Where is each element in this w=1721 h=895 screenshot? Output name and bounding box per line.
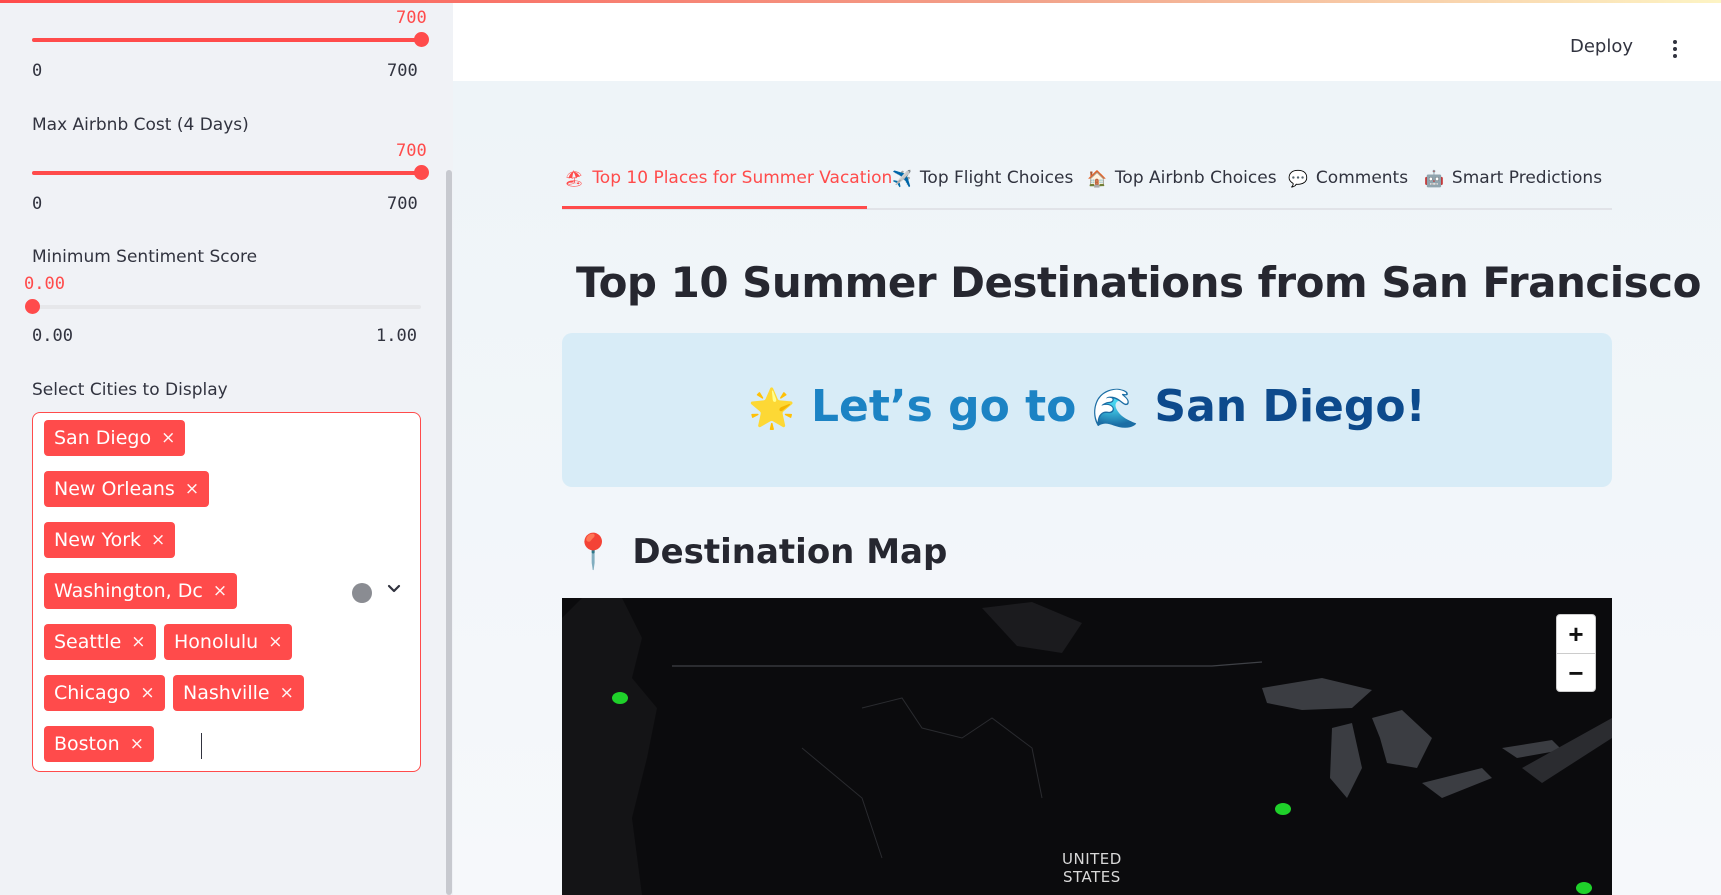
sentiment-slider-label: Minimum Sentiment Score [32, 247, 258, 267]
country-label-line: STATES [1063, 868, 1121, 886]
house-icon: 🏠 [1087, 168, 1107, 188]
tab-label: Smart Predictions [1451, 168, 1603, 188]
map-heading-text: Destination Map [632, 532, 948, 572]
banner-text: 🌟 Let’s go to 🌊 San Diego! [562, 381, 1612, 432]
banner-prefix: Let’s go to [810, 381, 1077, 432]
tab-label: Top Flight Choices [919, 168, 1074, 188]
flight-slider-track[interactable] [32, 32, 429, 47]
remove-tag-icon[interactable]: × [151, 531, 165, 549]
speech-bubble-icon: 💬 [1288, 168, 1308, 188]
city-tag-label: San Diego [54, 427, 152, 449]
zoom-out-button[interactable]: − [1557, 653, 1595, 691]
tab-top-flight-choices[interactable]: ✈️ Top Flight Choices [892, 168, 1073, 188]
airbnb-slider-track[interactable] [32, 165, 429, 180]
city-tag-label: New Orleans [54, 478, 175, 500]
chevron-down-icon[interactable] [385, 580, 403, 598]
sentiment-slider-value: 0.00 [24, 274, 65, 294]
more-options-icon[interactable] [1672, 40, 1678, 58]
clear-all-icon[interactable] [352, 583, 372, 603]
city-tag-label: Seattle [54, 631, 122, 653]
sidebar-scrollbar[interactable] [446, 170, 452, 895]
country-label-line: UNITED [1062, 850, 1122, 868]
star-icon: 🌟 [748, 386, 796, 430]
remove-tag-icon[interactable]: × [268, 633, 282, 651]
tab-top-10-places[interactable]: 🏖 Top 10 Places for Summer Vacation [564, 168, 892, 188]
tab-bar: 🏖 Top 10 Places for Summer Vacation ✈️ Top… [562, 160, 1612, 210]
top-decoration-bar [0, 0, 1721, 3]
flight-slider-fill [32, 38, 421, 42]
remove-tag-icon[interactable]: × [130, 735, 144, 753]
city-marker[interactable] [1576, 882, 1592, 894]
remove-tag-icon[interactable]: × [161, 429, 175, 447]
active-tab-indicator [562, 206, 867, 209]
banner-city: San Diego! [1154, 381, 1426, 432]
sentiment-slider-max: 1.00 [376, 326, 417, 346]
city-tag-label: Boston [54, 733, 120, 755]
city-tag[interactable]: Washington, Dc × [44, 573, 238, 609]
city-tag[interactable]: Honolulu × [164, 624, 293, 660]
remove-tag-icon[interactable]: × [280, 684, 294, 702]
flight-slider-min: 0 [32, 61, 43, 81]
city-tag[interactable]: Boston × [44, 726, 154, 762]
tab-label: Comments [1315, 168, 1409, 188]
airbnb-slider-fill [32, 171, 421, 175]
country-label: UNITED STATES [1062, 850, 1122, 886]
deploy-button[interactable]: Deploy [1570, 36, 1633, 57]
map-zoom-control: + − [1556, 614, 1596, 692]
flight-slider-value: 700 [396, 8, 427, 28]
city-tag-label: New York [54, 529, 142, 551]
airbnb-slider-min: 0 [32, 194, 43, 214]
wave-icon: 🌊 [1091, 386, 1140, 430]
zoom-in-button[interactable]: + [1557, 615, 1595, 653]
remove-tag-icon[interactable]: × [131, 633, 145, 651]
pin-icon: 📍 [572, 532, 615, 572]
city-tag-label: Nashville [183, 682, 270, 704]
city-tag-label: Washington, Dc [54, 580, 203, 602]
city-tag[interactable]: Seattle × [44, 624, 156, 660]
city-marker[interactable] [1275, 803, 1291, 815]
beach-icon: 🏖 [564, 168, 585, 188]
tab-label: Top Airbnb Choices [1114, 168, 1277, 188]
cities-label: Select Cities to Display [32, 380, 228, 400]
cities-multiselect[interactable]: San Diego × New Orleans × New York × Washin… [32, 412, 421, 772]
city-tag[interactable]: New Orleans × [44, 471, 210, 507]
robot-icon: 🤖 [1424, 168, 1444, 188]
map-heading: 📍 Destination Map [572, 532, 947, 572]
sidebar: 700 0 700 Max Airbnb Cost (4 Days) 700 0… [0, 0, 453, 895]
airbnb-slider-label: Max Airbnb Cost (4 Days) [32, 115, 249, 135]
app-header [453, 3, 1721, 81]
tab-comments[interactable]: 💬 Comments [1288, 168, 1408, 188]
city-tag[interactable]: Chicago × [44, 675, 165, 711]
sentiment-slider-thumb[interactable] [25, 299, 40, 314]
remove-tag-icon[interactable]: × [213, 582, 227, 600]
sentiment-slider-min: 0.00 [32, 326, 73, 346]
remove-tag-icon[interactable]: × [185, 480, 199, 498]
remove-tag-icon[interactable]: × [140, 684, 154, 702]
destination-banner: 🌟 Let’s go to 🌊 San Diego! [562, 333, 1612, 487]
city-tag[interactable]: New York × [44, 522, 176, 558]
flight-slider-max: 700 [387, 61, 418, 81]
tab-label: Top 10 Places for Summer Vacation [592, 168, 893, 188]
airplane-icon: ✈️ [892, 168, 912, 188]
city-tag-label: Chicago [54, 682, 131, 704]
text-caret [201, 733, 202, 759]
flight-slider-thumb[interactable] [414, 32, 429, 47]
sentiment-slider-track[interactable] [25, 299, 421, 314]
airbnb-slider-max: 700 [387, 194, 418, 214]
tab-top-airbnb-choices[interactable]: 🏠 Top Airbnb Choices [1087, 168, 1277, 188]
city-marker[interactable] [612, 692, 628, 704]
city-tag[interactable]: Nashville × [173, 675, 304, 711]
airbnb-slider-thumb[interactable] [414, 165, 429, 180]
city-tag[interactable]: San Diego × [44, 420, 186, 456]
tab-smart-predictions[interactable]: 🤖 Smart Predictions [1424, 168, 1602, 188]
city-tag-label: Honolulu [174, 631, 259, 653]
destination-map[interactable]: + − UNITED STATES [562, 598, 1612, 895]
page-title: Top 10 Summer Destinations from San Fran… [576, 258, 1701, 307]
airbnb-slider-value: 700 [396, 141, 427, 161]
